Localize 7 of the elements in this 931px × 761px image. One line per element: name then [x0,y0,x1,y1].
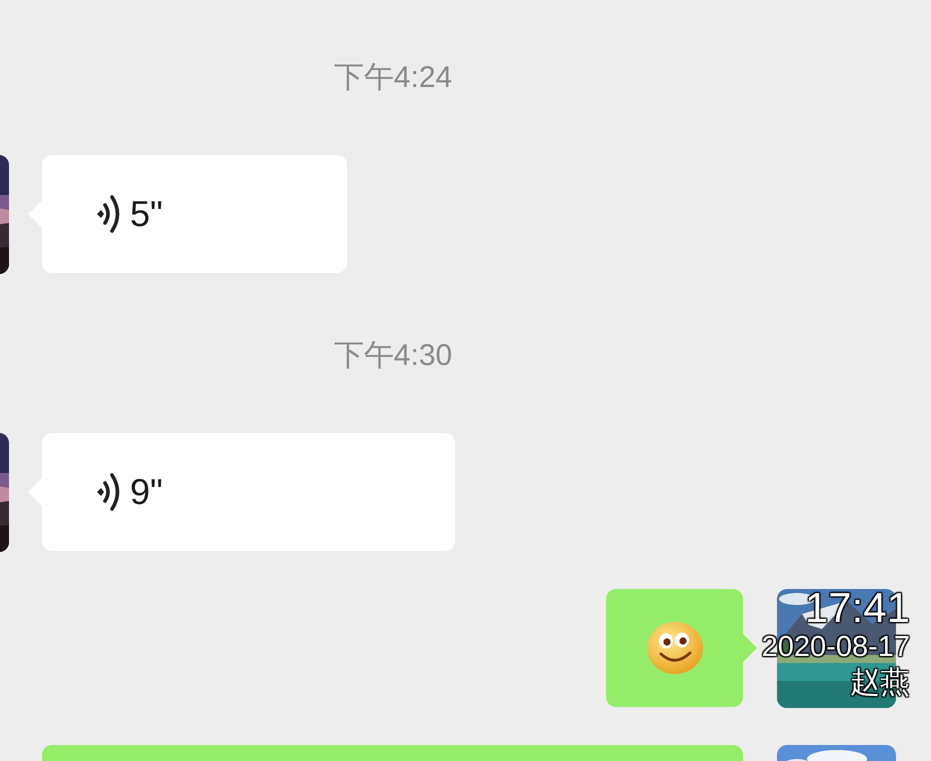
voice-duration: 5" [130,193,163,235]
voice-duration: 9" [130,471,163,513]
voice-wave-icon [96,194,122,234]
smiley-emoji-icon [646,621,704,675]
timestamp: 下午4:24 [334,60,452,96]
timestamp: 下午4:30 [334,338,452,374]
voice-wave-icon [96,472,122,512]
